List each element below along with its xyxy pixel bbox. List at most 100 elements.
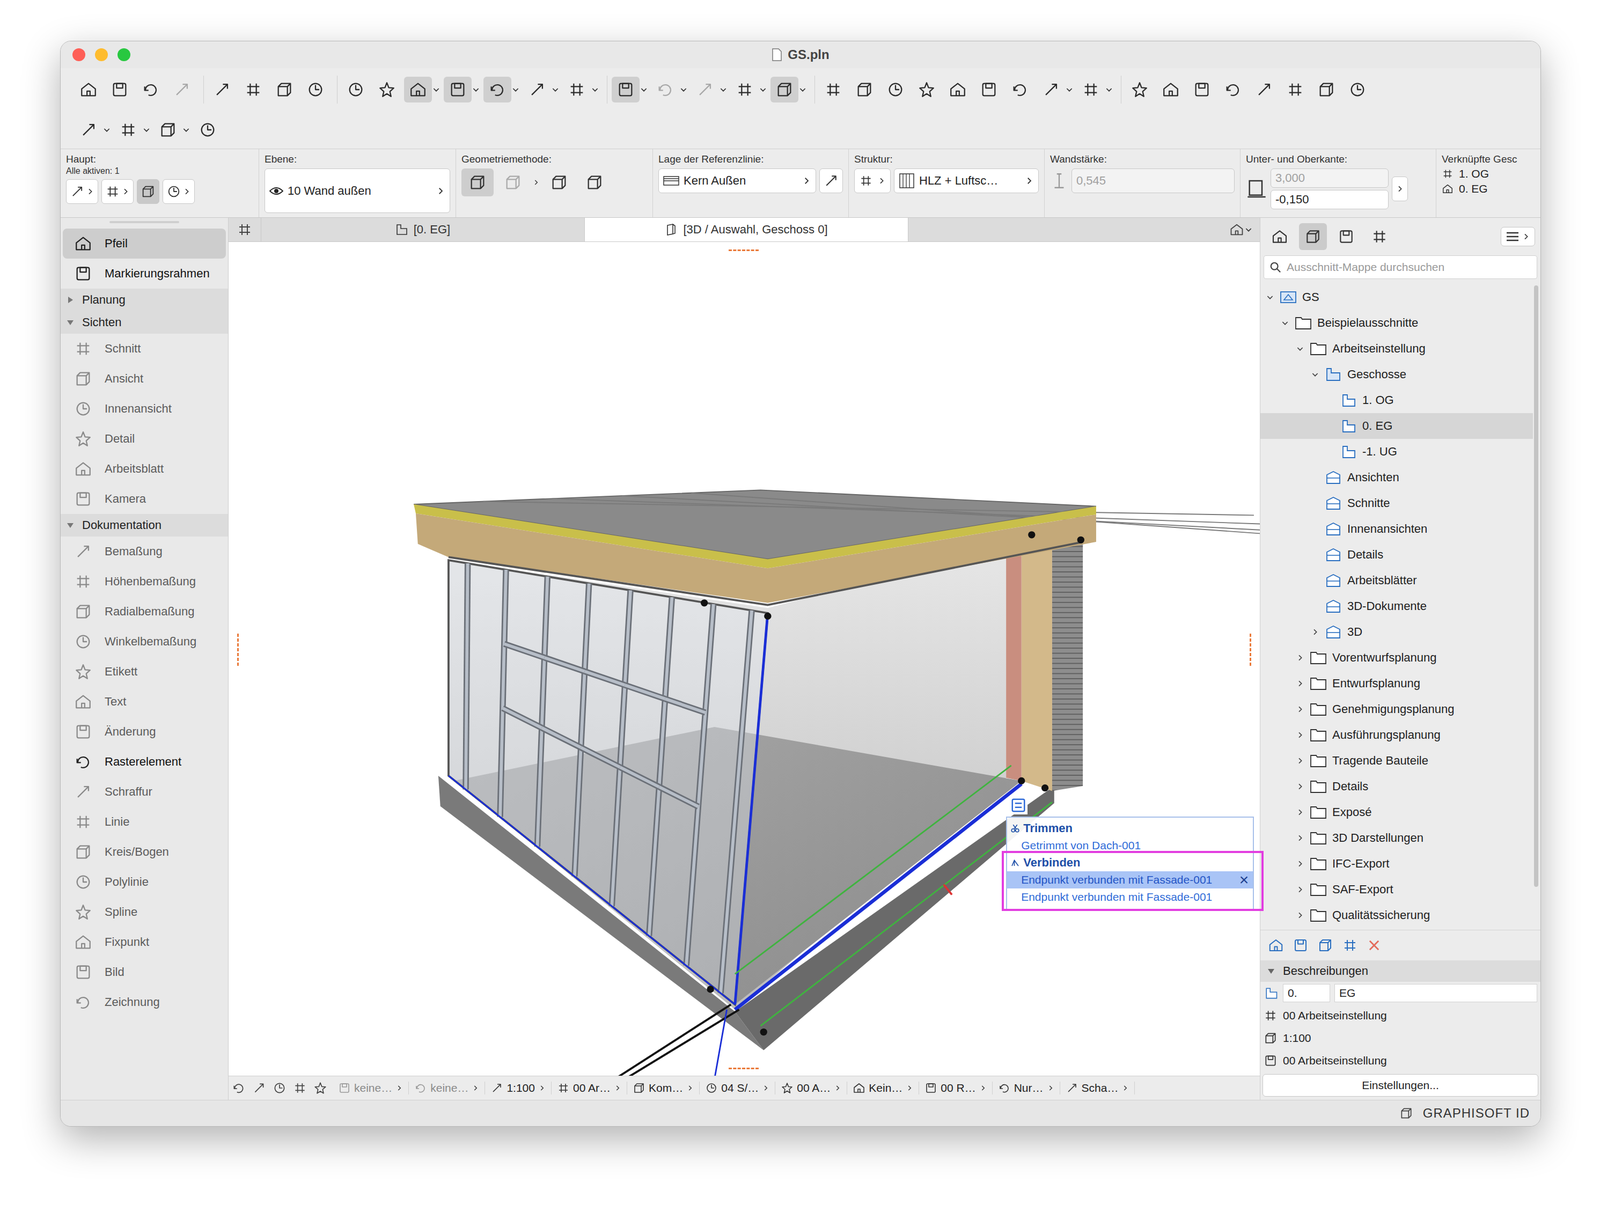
3d-viewport[interactable]: Trimmen Getrimmt von Dach-001 Verbinden …: [228, 241, 1260, 1076]
toolbox-item[interactable]: Etikett: [62, 656, 226, 687]
navigator-mode-button[interactable]: [1298, 223, 1327, 251]
view-options-button[interactable]: [1222, 217, 1260, 242]
tree-item[interactable]: 3D Darstellungen: [1260, 825, 1533, 851]
caret-down-icon[interactable]: [431, 85, 441, 94]
tree-item[interactable]: Innenansichten: [1260, 516, 1533, 542]
toolbar-button[interactable]: [74, 76, 103, 103]
toolbox-item[interactable]: Detail: [62, 423, 226, 454]
geometry-option[interactable]: [461, 168, 494, 197]
tree-item[interactable]: Geschosse: [1260, 361, 1533, 388]
status-item[interactable]: 04 S/…: [705, 1081, 776, 1095]
flip-button[interactable]: [819, 168, 843, 194]
main-control[interactable]: [65, 179, 99, 204]
status-item[interactable]: Nur…: [997, 1081, 1061, 1095]
popup-item[interactable]: Endpunkt verbunden mit Fassade-001 ×: [1007, 871, 1253, 889]
tree-item[interactable]: 0. EG: [1260, 413, 1533, 439]
tree-item[interactable]: Genehmigungsplanung: [1260, 696, 1533, 723]
geometry-option[interactable]: [542, 168, 576, 197]
close-button[interactable]: [72, 48, 86, 62]
toolbox-item[interactable]: Zeichnung: [62, 987, 226, 1018]
toolbar-button[interactable]: [730, 76, 768, 103]
toolbar-button[interactable]: [523, 76, 560, 103]
navigation-button[interactable]: [292, 1081, 307, 1096]
toolbar-button[interactable]: [974, 76, 1003, 103]
tree-item[interactable]: Schnitte: [1260, 490, 1533, 517]
main-control[interactable]: [101, 179, 134, 204]
toolbar-button[interactable]: [74, 116, 112, 143]
navigation-button[interactable]: [313, 1081, 328, 1096]
zoom-button[interactable]: [117, 48, 131, 62]
edge-marker[interactable]: [1249, 633, 1252, 666]
toolbox-item[interactable]: Innenansicht: [62, 393, 226, 424]
more-button[interactable]: [1391, 176, 1408, 202]
status-item[interactable]: 00 R…: [924, 1081, 993, 1095]
expand-icon[interactable]: [1295, 859, 1305, 869]
expand-icon[interactable]: [1310, 627, 1320, 637]
expand-icon[interactable]: [1295, 911, 1305, 920]
scroll-thumb[interactable]: [1534, 285, 1539, 887]
caret-down-icon[interactable]: [1065, 85, 1074, 94]
panels-button[interactable]: [1399, 1106, 1414, 1121]
delete-button[interactable]: [1366, 937, 1382, 953]
main-control[interactable]: [162, 179, 195, 204]
tree-item[interactable]: SAF-Export: [1260, 876, 1533, 903]
toolbar-button[interactable]: [1125, 76, 1154, 103]
navigation-button[interactable]: [231, 1081, 246, 1096]
toolbox-item[interactable]: Ansicht: [62, 363, 226, 394]
toolbox-item[interactable]: Bemaßung: [62, 536, 226, 567]
caret-down-icon[interactable]: [102, 125, 112, 135]
tree-item[interactable]: Details: [1260, 773, 1533, 800]
toolbar-button[interactable]: [443, 76, 481, 103]
tree-item[interactable]: Tragende Bauteile: [1260, 747, 1533, 774]
status-item[interactable]: Kein…: [852, 1081, 920, 1095]
navigator-tool-button[interactable]: [1341, 937, 1359, 954]
tree-item[interactable]: 3D-Dokumente: [1260, 593, 1533, 620]
linked-top[interactable]: 1. OG: [1441, 167, 1536, 181]
expand-icon[interactable]: [1295, 885, 1305, 894]
toolbar-button[interactable]: [611, 76, 649, 103]
tree-item[interactable]: 1. OG: [1260, 387, 1533, 414]
caret-down-icon[interactable]: [1104, 85, 1114, 94]
toolbox-item[interactable]: Rasterelement: [62, 746, 226, 777]
toolbar-button[interactable]: [167, 76, 196, 103]
tree-item[interactable]: Arbeitsblätter: [1260, 567, 1533, 594]
tree-item[interactable]: Exposé: [1260, 799, 1533, 826]
caret-down-icon[interactable]: [758, 85, 768, 94]
toolbar-button[interactable]: [372, 76, 401, 103]
descriptions-header[interactable]: Beschreibungen: [1260, 960, 1541, 982]
top-field[interactable]: 3,000: [1270, 168, 1389, 188]
status-item[interactable]: 00 A…: [780, 1081, 848, 1095]
navigator-tool-button[interactable]: [1317, 937, 1334, 954]
popup-badge[interactable]: [1009, 796, 1028, 815]
tree-item[interactable]: Vorentwurfsplanung: [1260, 644, 1533, 671]
caret-down-icon[interactable]: [590, 85, 600, 94]
toolbox-item[interactable]: Text: [62, 686, 226, 717]
toolbox-item[interactable]: Bild: [62, 957, 226, 988]
popup-item[interactable]: Endpunkt verbunden mit Fassade-001: [1007, 888, 1253, 906]
expand-icon[interactable]: [1295, 756, 1305, 766]
toolbox-item[interactable]: Spline: [62, 897, 226, 928]
expand-icon[interactable]: [1310, 370, 1320, 379]
navigator-mode-button[interactable]: [1332, 223, 1361, 251]
structure-type-button[interactable]: [854, 168, 891, 194]
tree-item[interactable]: -1. UG: [1260, 438, 1533, 465]
navigator-tool-button[interactable]: [1267, 937, 1284, 954]
toolbox-item[interactable]: Linie: [62, 806, 226, 838]
tree-item[interactable]: GS: [1260, 284, 1533, 311]
expand-icon[interactable]: [1295, 808, 1305, 817]
view-tab[interactable]: [3D / Auswahl, Geschoss 0]: [584, 217, 909, 242]
toolbox-item[interactable]: Kreis/Bogen: [62, 837, 226, 868]
toolbar-button[interactable]: [404, 76, 441, 103]
toolbar-button[interactable]: [136, 76, 165, 103]
caret-down-icon[interactable]: [471, 85, 481, 94]
toolbar-button[interactable]: [1343, 76, 1372, 103]
toolbar-button[interactable]: [105, 76, 134, 103]
toolbar-button[interactable]: [651, 76, 688, 103]
expand-icon[interactable]: [1295, 833, 1305, 843]
navigator-mode-button[interactable]: [1265, 223, 1294, 251]
edge-marker[interactable]: [728, 249, 759, 252]
expand-icon[interactable]: [1295, 782, 1305, 791]
navigator-menu-button[interactable]: [1500, 226, 1536, 247]
expand-icon[interactable]: [1295, 730, 1305, 740]
toolbox-grip[interactable]: [109, 221, 180, 224]
